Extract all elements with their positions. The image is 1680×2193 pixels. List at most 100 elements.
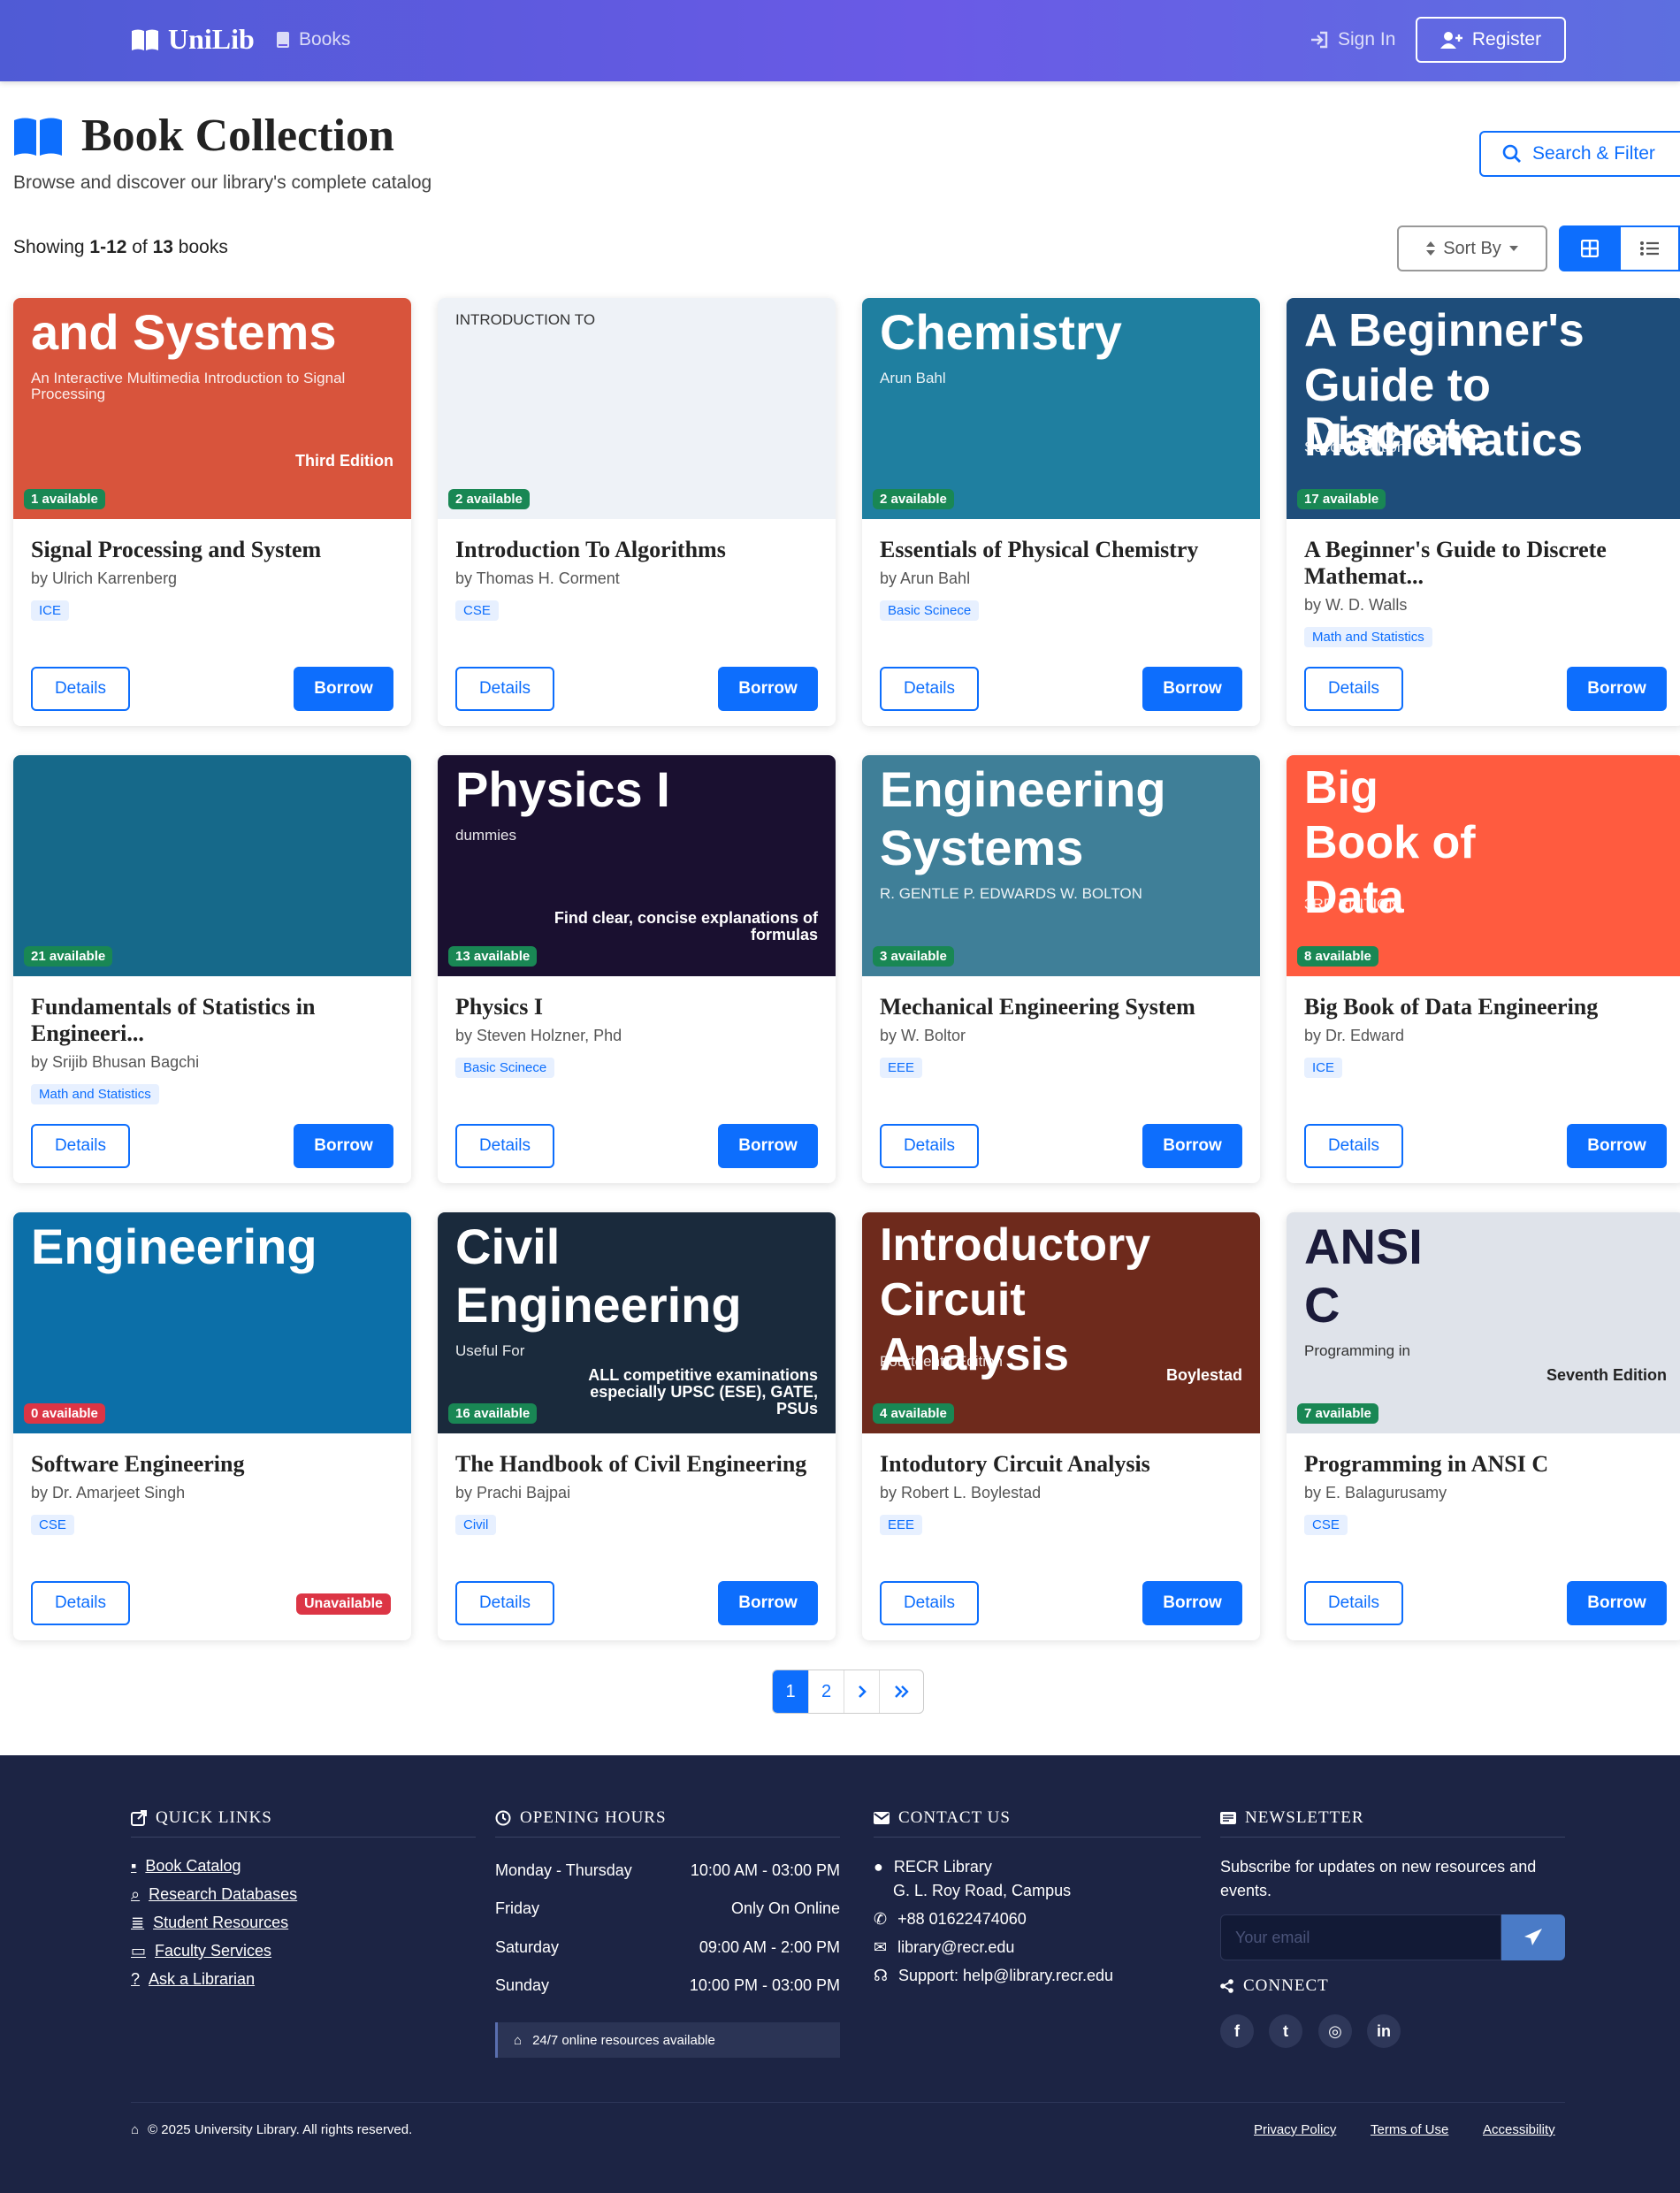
last-page-button[interactable] — [879, 1670, 923, 1713]
instagram-icon[interactable]: ◎ — [1318, 2014, 1352, 2048]
book-cover-image[interactable]: Engineering Systems R. GENTLE P. EDWARDS W… — [862, 755, 1260, 976]
borrow-button[interactable]: Borrow — [1142, 1581, 1242, 1625]
availability-badge: 3 available — [873, 946, 954, 967]
details-button[interactable]: Details — [455, 1581, 554, 1625]
details-button[interactable]: Details — [31, 667, 130, 711]
availability-badge: 1 available — [24, 489, 105, 509]
address-line: ● RECR Library — [874, 1858, 992, 1876]
cover-subtitle-text: dummies — [455, 827, 516, 844]
book-title[interactable]: Programming in ANSI C — [1304, 1451, 1667, 1478]
nav-books-link[interactable]: Books — [276, 29, 350, 50]
copyright: ⌂ © 2025 University Library. All rights r… — [131, 2122, 413, 2137]
details-button[interactable]: Details — [1304, 667, 1403, 711]
ask-librarian-link[interactable]: ? Ask a Librarian — [131, 1970, 255, 1989]
book-cover-image[interactable]: ANSI C Programming in Seventh Edition 7 avai… — [1287, 1212, 1680, 1433]
sort-dropdown[interactable]: Sort By — [1397, 225, 1547, 271]
details-button[interactable]: Details — [455, 1124, 554, 1168]
book-cover-image[interactable]: Chemistry Arun Bahl 2 available — [862, 298, 1260, 519]
availability-badge: 16 available — [448, 1403, 538, 1424]
grid-view-toggle[interactable] — [1559, 225, 1621, 271]
page-2-button[interactable]: 2 — [808, 1670, 844, 1713]
register-label: Register — [1471, 29, 1542, 50]
facebook-icon[interactable]: f — [1220, 2014, 1254, 2048]
sign-in-link[interactable]: Sign In — [1310, 29, 1395, 50]
book-icon — [277, 32, 289, 48]
faculty-services-link[interactable]: ▭ Faculty Services — [131, 1942, 271, 1960]
book-catalog-link[interactable]: ▪ Book Catalog — [131, 1857, 241, 1876]
book-title[interactable]: Big Book of Data Engineering — [1304, 994, 1667, 1020]
details-button[interactable]: Details — [880, 1124, 979, 1168]
book-title[interactable]: A Beginner's Guide to Discrete Mathemat.… — [1304, 537, 1667, 590]
online-resources-note: ⌂ 24/7 online resources available — [495, 2022, 840, 2058]
list-view-toggle[interactable] — [1621, 225, 1680, 271]
cover-subtitle-text: Arun Bahl — [880, 370, 946, 386]
details-button[interactable]: Details — [1304, 1581, 1403, 1625]
newsletter-submit-button[interactable] — [1501, 1914, 1565, 1960]
divider — [495, 1837, 840, 1838]
availability-badge: 0 available — [24, 1403, 105, 1424]
book-cover-image[interactable]: and Systems An Interactive Multimedia Int… — [13, 298, 411, 519]
book-title[interactable]: Mechanical Engineering System — [880, 994, 1242, 1020]
cover-title-text: Engineering — [880, 761, 1166, 817]
results-count: Showing 1-12 of 13 books — [13, 237, 228, 257]
book-title[interactable]: The Handbook of Civil Engineering — [455, 1451, 818, 1478]
book-cover-image[interactable]: 21 available — [13, 755, 411, 976]
borrow-button[interactable]: Borrow — [1567, 1581, 1667, 1625]
borrow-button[interactable]: Borrow — [718, 667, 818, 711]
email-line[interactable]: ✉ library@recr.edu — [874, 1938, 1014, 1957]
newsletter-heading: NEWSLETTER — [1220, 1808, 1364, 1828]
brand-logo[interactable]: UniLib — [131, 23, 255, 56]
register-button[interactable]: Register — [1416, 17, 1566, 63]
caret-down-icon — [1508, 246, 1518, 251]
linkedin-icon[interactable]: in — [1367, 2014, 1401, 2048]
book-cover-image[interactable]: Physics I dummies Find clear, concise expl… — [438, 755, 836, 976]
university-icon: ⌂ — [131, 2122, 140, 2137]
borrow-button[interactable]: Borrow — [1142, 1124, 1242, 1168]
book-title[interactable]: Fundamentals of Statistics in Engineeri.… — [31, 994, 393, 1047]
borrow-button[interactable]: Borrow — [294, 667, 393, 711]
next-page-button[interactable] — [844, 1670, 879, 1713]
terms-of-use-link[interactable]: Terms of Use — [1371, 2122, 1448, 2137]
open-book-icon — [132, 29, 158, 50]
twitter-icon[interactable]: t — [1269, 2014, 1302, 2048]
borrow-button[interactable]: Borrow — [718, 1124, 818, 1168]
book-title[interactable]: Physics I — [455, 994, 818, 1020]
book-cover-image[interactable]: Engineering 0 available — [13, 1212, 411, 1433]
details-button[interactable]: Details — [880, 1581, 979, 1625]
book-title[interactable]: Essentials of Physical Chemistry — [880, 537, 1242, 563]
phone-icon: ✆ — [874, 1910, 888, 1928]
details-button[interactable]: Details — [1304, 1124, 1403, 1168]
details-button[interactable]: Details — [31, 1581, 130, 1625]
book-title[interactable]: Signal Processing and System — [31, 537, 393, 563]
borrow-button[interactable]: Borrow — [294, 1124, 393, 1168]
support-line[interactable]: ☊ Support: help@library.recr.edu — [874, 1967, 1113, 1985]
cover-edition-text: Boylestad — [1165, 1366, 1242, 1384]
accessibility-link[interactable]: Accessibility — [1483, 2122, 1555, 2137]
book-title[interactable]: Intodutory Circuit Analysis — [880, 1451, 1242, 1478]
privacy-policy-link[interactable]: Privacy Policy — [1254, 2122, 1336, 2137]
book-cover-image[interactable]: Big Book of Data 3RD EDITION 8 available — [1287, 755, 1680, 976]
page-title: Book Collection — [12, 110, 394, 162]
student-resources-link[interactable]: ≣ Student Resources — [131, 1914, 288, 1932]
book-cover-image[interactable]: Introductory Circuit Analysis Fourteenth Ed… — [862, 1212, 1260, 1433]
map-marker-icon: ● — [874, 1858, 883, 1876]
search-filter-button[interactable]: Search & Filter — [1479, 131, 1680, 177]
book-card: INTRODUCTION TO 2 available Introduction T… — [438, 298, 836, 726]
book-cover-image[interactable]: A Beginner's Guide to Discrete Mathematics… — [1287, 298, 1680, 519]
borrow-button[interactable]: Borrow — [1567, 667, 1667, 711]
details-button[interactable]: Details — [31, 1124, 130, 1168]
book-author: by Prachi Bajpai — [455, 1484, 571, 1501]
details-button[interactable]: Details — [880, 667, 979, 711]
book-cover-image[interactable]: INTRODUCTION TO 2 available — [438, 298, 836, 519]
borrow-button[interactable]: Borrow — [718, 1581, 818, 1625]
borrow-button[interactable]: Borrow — [1567, 1124, 1667, 1168]
newsletter-email-input[interactable]: Your email — [1220, 1914, 1501, 1960]
book-author: by Ulrich Karrenberg — [31, 569, 178, 587]
research-databases-link[interactable]: ⌕ Research Databases — [131, 1885, 297, 1904]
book-title[interactable]: Software Engineering — [31, 1451, 393, 1478]
book-title[interactable]: Introduction To Algorithms — [455, 537, 818, 563]
borrow-button[interactable]: Borrow — [1142, 667, 1242, 711]
page-1-button[interactable]: 1 — [773, 1670, 808, 1713]
book-cover-image[interactable]: Civil Engineering Useful For ALL competitiv… — [438, 1212, 836, 1433]
details-button[interactable]: Details — [455, 667, 554, 711]
